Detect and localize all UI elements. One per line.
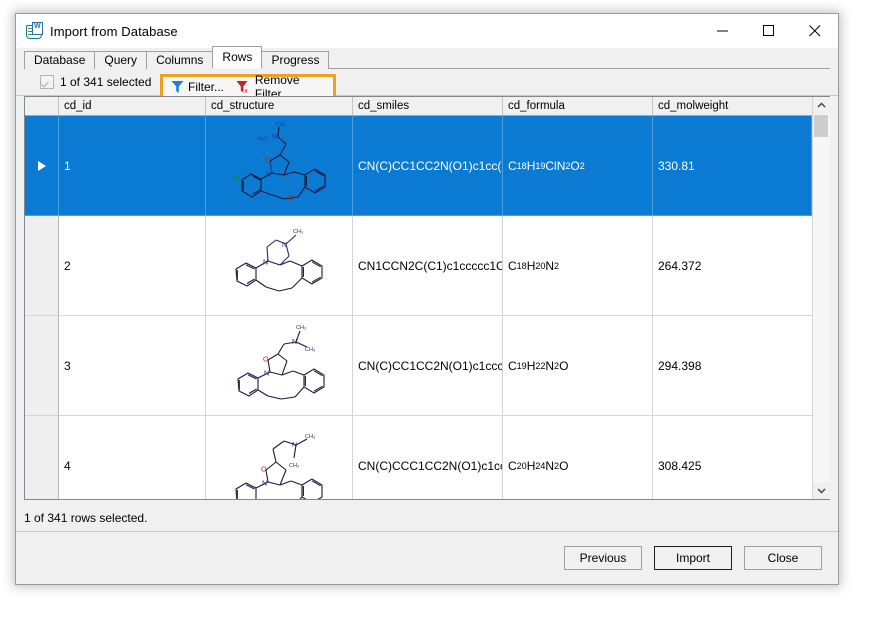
structure-image-4: N O N CH₃ CH₃ [235,434,323,499]
svg-text:O: O [261,466,267,473]
minimize-icon[interactable] [700,14,746,48]
svg-text:N: N [263,259,268,266]
cell-cd-smiles: CN(C)CCC1CC2N(O1)c1cc… [353,416,503,499]
table-row[interactable]: 4 N O N CH₃ CH₃ CN(C)CCC1CC2N(O1)c1cc… C… [25,416,812,499]
svg-text:x: x [244,88,248,94]
rows-toolbar: 1 of 341 selected Filter... x Remove Fil… [16,69,838,101]
chevron-down-icon[interactable] [812,482,830,499]
cell-cd-structure: N O O Cl N H₃C CH₃ [206,116,353,215]
tab-database[interactable]: Database [24,51,96,69]
svg-text:N: N [266,171,271,178]
funnel-icon [171,81,184,93]
dialog-window: Import from Database Database Query Colu… [15,13,839,585]
svg-text:CH₃: CH₃ [305,434,315,440]
selected-count-checkbox[interactable]: 1 of 341 selected [40,75,151,89]
window-title: Import from Database [50,23,178,39]
svg-text:CH₃: CH₃ [296,325,306,331]
svg-text:N: N [262,480,267,487]
column-header-cd-structure[interactable]: cd_structure [206,97,353,115]
scrollbar-thumb[interactable] [813,115,828,137]
svg-text:N: N [264,370,269,377]
svg-text:O: O [265,157,271,164]
cell-cd-id: 4 [59,416,206,499]
column-header-cd-formula[interactable]: cd_formula [503,97,653,115]
cell-cd-smiles: CN(C)CC1CC2N(O1)c1cc(C… [353,116,503,215]
svg-text:CH₃: CH₃ [289,463,299,469]
svg-text:H₃C: H₃C [258,136,268,142]
row-selector[interactable] [25,416,59,499]
table-row[interactable]: 3 N O N CH₃ CH₃ CN(C)CC1CC2N(O1)c1ccc C … [25,316,812,416]
rows-grid[interactable]: cd_id cd_structure cd_smiles cd_formula … [24,96,830,500]
cell-cd-molweight: 330.81 [653,116,812,215]
cell-cd-molweight: 294.398 [658,358,702,373]
column-header-cd-smiles[interactable]: cd_smiles [353,97,503,115]
close-button[interactable]: Close [744,546,822,570]
svg-text:CH₃: CH₃ [293,229,303,235]
tab-rows[interactable]: Rows [212,46,263,69]
svg-text:O: O [288,195,294,202]
cell-cd-molweight: 264.372 [658,258,702,273]
selected-count-label: 1 of 341 selected [60,75,152,89]
cell-cd-formula: C 20 H 24 N 2 O [503,416,653,499]
import-button[interactable]: Import [654,546,732,570]
svg-text:N: N [292,339,297,346]
column-header-cd-id[interactable]: cd_id [59,97,206,115]
title-bar: Import from Database [16,14,838,48]
tab-progress[interactable]: Progress [261,51,330,69]
scrollbar-track[interactable] [812,114,830,482]
grid-header-row: cd_id cd_structure cd_smiles cd_formula … [25,97,812,116]
close-icon[interactable] [792,14,838,48]
svg-text:CH₃: CH₃ [276,122,286,128]
row-selector[interactable] [25,316,59,415]
cell-cd-smiles: CN1CCN2C(C1)c1ccccc1Cc… [353,216,503,315]
current-row-marker-icon [37,160,46,171]
cell-cd-id: 3 [59,316,206,415]
structure-image-3: N O N CH₃ CH₃ [237,325,325,400]
column-header-select[interactable] [25,97,59,115]
database-import-icon [25,22,43,40]
funnel-remove-icon: x [236,81,248,94]
structure-image-2: N N CH₃ [235,229,323,292]
column-header-cd-molweight[interactable]: cd_molweight [653,97,812,115]
tab-strip: Database Query Columns Rows Progress [16,46,838,69]
previous-button[interactable]: Previous [564,546,642,570]
cell-cd-smiles: CN(C)CC1CC2N(O1)c1cccc… [353,316,503,415]
row-selector[interactable] [25,216,59,315]
window-controls [700,14,838,48]
svg-text:CH₃: CH₃ [305,347,315,353]
checkbox-icon [40,75,54,89]
table-row[interactable]: 1 N O O Cl N H₃C CH₃ CN(C)CC1CC2N(O1)c1c… [25,116,812,216]
cell-cd-structure: N O N CH₃ CH₃ [206,316,353,415]
chevron-up-icon[interactable] [812,97,830,114]
cell-cd-molweight: 308.425 [658,458,702,473]
structure-image-1: N O O Cl N H₃C CH₃ [233,122,326,202]
dialog-button-bar: Previous Import Close [16,532,838,584]
cell-cd-formula: C 19 H 22 N 2 O [503,316,653,415]
filter-button[interactable]: Filter... [167,80,228,94]
filter-label: Filter... [188,80,225,94]
table-row[interactable]: 2 N N CH₃ CN1CCN2C(C1)c1ccccc1 C 18 H 20… [25,216,812,316]
svg-text:Cl: Cl [233,176,240,183]
status-bar: 1 of 341 rows selected. [16,505,838,532]
vertical-scrollbar[interactable] [812,97,830,499]
cell-cd-id: 2 [59,216,206,315]
tab-query[interactable]: Query [94,51,148,69]
cell-cd-formula: C 18 H 19 ClN 2 O 2 [503,116,653,215]
svg-text:O: O [263,356,269,363]
row-selector[interactable] [25,116,59,215]
maximize-icon[interactable] [746,14,792,48]
cell-cd-structure: N N CH₃ [206,216,353,315]
svg-text:N: N [272,134,277,141]
grid-body: 1 N O O Cl N H₃C CH₃ CN(C)CC1CC2N(O1)c1c… [25,116,812,499]
cell-cd-id: 1 [59,116,206,215]
status-text: 1 of 341 rows selected. [24,511,148,525]
cell-cd-structure: N O N CH₃ CH₃ [206,416,353,499]
tab-columns[interactable]: Columns [146,51,214,69]
cell-cd-formula: C 18 H 20 N 2 [503,216,653,315]
svg-text:N: N [292,442,297,449]
svg-text:N: N [282,242,287,249]
